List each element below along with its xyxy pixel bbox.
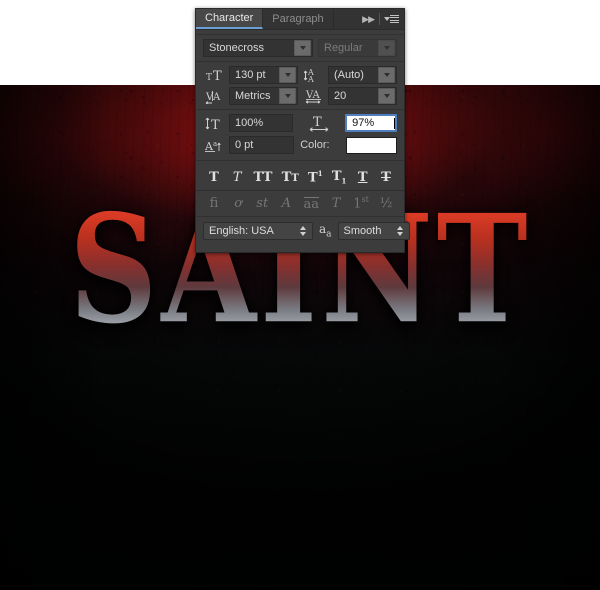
tracking-field[interactable]: 20: [328, 87, 397, 105]
vertical-scale-value: 100%: [235, 117, 264, 129]
header-divider: [379, 13, 380, 25]
svg-text:A: A: [212, 92, 221, 103]
opentype-style-row: fi ơ st A aa T 1st ½: [196, 191, 404, 215]
panel-tabstrip: Character Paragraph ▶▶: [196, 9, 404, 30]
baseline-shift-icon: A a: [203, 138, 225, 153]
tracking-value: 20: [334, 90, 347, 102]
leading-value: (Auto): [334, 69, 364, 81]
ordinals-button[interactable]: 1st: [352, 195, 370, 211]
svg-text:a: a: [213, 140, 217, 148]
kerning-field[interactable]: Metrics: [229, 87, 298, 105]
font-style-field[interactable]: Regular: [318, 39, 397, 57]
color-label: Color:: [300, 139, 330, 151]
leading-icon: A A: [302, 68, 324, 83]
contextual-alternates-button[interactable]: st: [254, 196, 270, 211]
underline-button[interactable]: T: [355, 170, 371, 185]
font-row: Stonecross Regular: [196, 39, 404, 57]
font-family-field[interactable]: Stonecross: [203, 39, 313, 57]
panel-header-icons: ▶▶: [359, 9, 404, 29]
subscript-button[interactable]: T1: [331, 169, 348, 186]
fractions-button[interactable]: ½: [378, 196, 394, 211]
divider-after-tracking: [196, 109, 404, 110]
leading-dropdown-arrow[interactable]: [378, 67, 395, 83]
faux-style-row: T T TT TT T1 T1 T T: [196, 165, 404, 189]
tracking-dropdown-arrow[interactable]: [378, 88, 395, 104]
horizontal-scale-field[interactable]: 97%: [345, 114, 397, 132]
font-size-field[interactable]: 130 pt: [229, 66, 298, 84]
anti-alias-icon: aa: [319, 221, 332, 240]
text-cursor: [394, 117, 395, 129]
size-leading-row: T T 130 pt A A (Auto): [196, 66, 404, 84]
font-size-dropdown-arrow[interactable]: [279, 67, 296, 83]
font-size-value: 130 pt: [235, 69, 266, 81]
horizontal-scale-icon: T: [297, 115, 341, 132]
character-panel[interactable]: Character Paragraph ▶▶ Stonecross Regula…: [195, 8, 410, 253]
divider-after-font: [196, 61, 404, 62]
discretionary-ligatures-button[interactable]: ơ: [230, 196, 246, 211]
small-caps-button[interactable]: TT: [281, 170, 300, 185]
screenshot-root: SAINT Character Paragraph ▶▶ Stonecross: [0, 0, 600, 590]
font-family-value: Stonecross: [209, 42, 265, 54]
kerning-icon: V A: [203, 89, 225, 104]
font-size-icon: T T: [203, 68, 225, 82]
panel-menu-icon[interactable]: [384, 14, 399, 24]
vertical-scale-icon: T: [203, 116, 225, 131]
scale-row: T 100% T 97%: [196, 114, 404, 132]
antialias-value: Smooth: [343, 225, 382, 237]
text-color-swatch[interactable]: [346, 136, 397, 154]
baseline-shift-field[interactable]: 0 pt: [229, 136, 295, 154]
superscript-button[interactable]: T1: [307, 169, 324, 185]
tracking-icon: VA: [302, 88, 324, 104]
strikethrough-button[interactable]: T: [378, 170, 394, 185]
language-spinner-icon[interactable]: [297, 226, 309, 236]
baseline-color-row: A a 0 pt Color:: [196, 136, 404, 154]
character-panel-body: Stonecross Regular T T 130 pt A A (Auto)…: [196, 34, 410, 246]
divider-top: [196, 34, 404, 35]
collapse-to-icons-icon[interactable]: ▶▶: [362, 14, 375, 25]
leading-field[interactable]: (Auto): [328, 66, 397, 84]
svg-text:T: T: [211, 118, 220, 131]
tabstrip-spacer: [333, 9, 360, 29]
antialias-spinner-icon[interactable]: [394, 226, 406, 236]
kerning-dropdown-arrow[interactable]: [279, 88, 296, 104]
faux-italic-button[interactable]: T: [229, 170, 245, 185]
svg-text:T: T: [313, 115, 322, 130]
tab-character[interactable]: Character: [196, 9, 264, 29]
language-antialias-row: English: USA aa Smooth: [196, 217, 410, 246]
tab-paragraph[interactable]: Paragraph: [263, 9, 334, 29]
kerning-value: Metrics: [235, 90, 271, 102]
oldstyle-button[interactable]: aa: [303, 196, 321, 212]
all-caps-button[interactable]: TT: [253, 170, 274, 185]
svg-text:T: T: [213, 69, 222, 82]
faux-bold-button[interactable]: T: [206, 170, 222, 185]
antialias-select[interactable]: Smooth: [337, 222, 410, 240]
svg-text:A: A: [307, 75, 314, 83]
baseline-shift-value: 0 pt: [235, 139, 254, 151]
horizontal-scale-value: 97%: [352, 117, 375, 129]
divider-after-color: [196, 160, 404, 161]
vertical-scale-field[interactable]: 100%: [229, 114, 294, 132]
language-select[interactable]: English: USA: [203, 222, 313, 240]
standard-ligatures-button[interactable]: fi: [206, 196, 222, 211]
swash-button[interactable]: A: [278, 196, 294, 211]
font-family-dropdown-arrow[interactable]: [294, 40, 311, 56]
language-value: English: USA: [209, 225, 274, 237]
font-style-dropdown-arrow[interactable]: [378, 40, 395, 56]
font-style-value: Regular: [324, 42, 363, 54]
titling-alternates-button[interactable]: T: [328, 196, 344, 211]
svg-text:T: T: [206, 73, 212, 82]
kerning-tracking-row: V A Metrics VA 20: [196, 87, 404, 105]
